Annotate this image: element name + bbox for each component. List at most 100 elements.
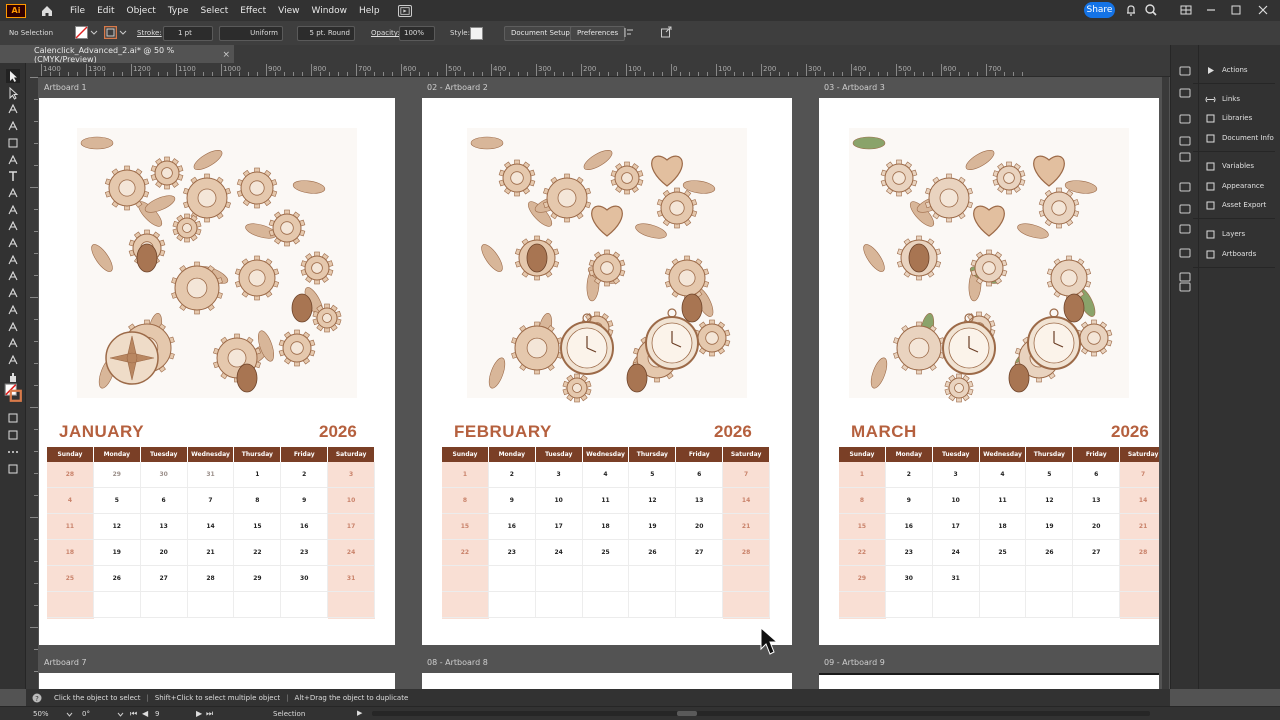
day-cell[interactable]: 2 (886, 462, 933, 487)
panel-variables[interactable]: Variables (1205, 159, 1254, 173)
bell-icon[interactable] (1124, 3, 1138, 17)
close-tab-icon[interactable]: × (222, 50, 230, 60)
first-artboard-icon[interactable]: ⏮ (130, 709, 137, 719)
day-cell[interactable]: 18 (47, 540, 94, 565)
day-cell[interactable] (1026, 566, 1074, 591)
calendar-grid[interactable]: Sunday Monday Tuesday Wednesday Thursday Frid… (47, 447, 376, 619)
day-cell[interactable] (583, 566, 630, 591)
day-cell[interactable]: 2 (489, 462, 536, 487)
day-cell[interactable] (47, 592, 94, 617)
day-cell[interactable] (886, 592, 933, 617)
day-cell[interactable]: 12 (629, 488, 677, 513)
rotation-value[interactable]: 0° (82, 710, 90, 718)
artboard-8[interactable] (422, 673, 792, 689)
search-icon[interactable] (1144, 3, 1158, 17)
direct-selection-tool-icon[interactable] (6, 86, 20, 100)
day-cell[interactable] (723, 566, 771, 591)
day-cell[interactable]: 18 (980, 514, 1027, 539)
day-cell[interactable]: 19 (94, 540, 141, 565)
day-cell[interactable]: 12 (94, 514, 141, 539)
opacity-input[interactable]: 100% (399, 25, 435, 41)
next-artboard-icon[interactable]: ▶ (196, 709, 202, 718)
preferences-button[interactable]: Preferences (570, 25, 626, 41)
day-cell[interactable] (1073, 592, 1121, 617)
day-cell[interactable]: 26 (1026, 540, 1074, 565)
color-panel-icon[interactable] (1178, 247, 1192, 259)
panel-artboards[interactable]: Artboards (1205, 247, 1256, 261)
blend-tool-icon[interactable] (6, 303, 20, 317)
day-cell[interactable]: 28 (1120, 540, 1159, 565)
menu-effect[interactable]: Effect (240, 6, 266, 16)
selection-tool-icon[interactable] (6, 69, 20, 83)
zoom-level[interactable]: 50% (33, 710, 49, 718)
menu-window[interactable]: Window (312, 6, 348, 16)
calendar-grid[interactable]: Sunday Monday Tuesday Wednesday Thursday Frid… (839, 447, 1159, 619)
day-cell[interactable] (442, 592, 489, 617)
day-cell[interactable] (839, 592, 886, 617)
month-title[interactable]: JANUARY (59, 422, 144, 442)
artboard-number[interactable]: 9 (155, 710, 159, 718)
day-cell[interactable]: 31 (933, 566, 980, 591)
month-title[interactable]: MARCH (851, 422, 917, 442)
menu-object[interactable]: Object (127, 6, 156, 16)
day-cell[interactable]: 7 (1120, 462, 1159, 487)
brush-definition-select[interactable]: 5 pt. Round (297, 25, 355, 41)
day-cell[interactable]: 17 (933, 514, 980, 539)
day-cell[interactable]: 20 (141, 540, 188, 565)
screen-mode-icon[interactable] (6, 428, 20, 442)
canvas[interactable]: Artboard 1 JANUARY 2026 Sunday Monday Tuesday… (38, 77, 1170, 689)
day-cell[interactable]: 22 (442, 540, 489, 565)
day-cell[interactable]: 12 (1026, 488, 1074, 513)
day-cell[interactable]: 28 (47, 462, 94, 487)
ruler-origin[interactable] (26, 63, 38, 77)
panel-asset-export[interactable]: Asset Export (1205, 198, 1266, 212)
menu-view[interactable]: View (278, 6, 299, 16)
day-cell[interactable]: 31 (328, 566, 376, 591)
year-title[interactable]: 2026 (714, 422, 752, 442)
symbols-panel-icon[interactable] (1178, 181, 1192, 193)
day-cell[interactable]: 6 (676, 462, 724, 487)
day-cell[interactable]: 7 (723, 462, 771, 487)
artboard-label[interactable]: Artboard 1 (44, 83, 87, 92)
artboard-3[interactable]: MARCH 2026 Sunday Monday Tuesday Wednesday Thu… (819, 98, 1159, 645)
panel-actions[interactable]: Actions (1205, 63, 1248, 77)
previous-artboard-icon[interactable]: ◀ (142, 709, 148, 718)
eraser-tool-icon[interactable] (6, 203, 20, 217)
menu-help[interactable]: Help (359, 6, 380, 16)
menu-type[interactable]: Type (168, 6, 189, 16)
last-artboard-icon[interactable]: ⏭ (206, 709, 213, 719)
day-cell[interactable]: 29 (839, 566, 886, 591)
day-cell[interactable]: 15 (839, 514, 886, 539)
artboard-7[interactable] (39, 673, 395, 689)
day-cell[interactable]: 29 (234, 566, 282, 591)
paintbrush-tool-icon[interactable] (6, 153, 20, 167)
artboard-label[interactable]: Artboard 7 (44, 658, 87, 667)
day-cell[interactable] (980, 592, 1027, 617)
menu-file[interactable]: File (70, 6, 85, 16)
comments-panel-icon[interactable] (1178, 281, 1192, 293)
day-cell[interactable]: 26 (629, 540, 677, 565)
day-cell[interactable]: 5 (1026, 462, 1074, 487)
day-cell[interactable]: 27 (1073, 540, 1121, 565)
day-cell[interactable] (141, 592, 188, 617)
day-cell[interactable]: 27 (676, 540, 724, 565)
puppet-warp-icon[interactable] (6, 462, 20, 476)
artboard-tool-icon[interactable] (6, 336, 20, 350)
pen-tool-icon[interactable] (6, 102, 20, 116)
day-cell[interactable]: 28 (188, 566, 235, 591)
graphic-style-swatch[interactable] (470, 26, 483, 40)
day-cell[interactable] (328, 592, 376, 617)
day-cell[interactable]: 17 (536, 514, 583, 539)
day-cell[interactable] (489, 566, 536, 591)
day-cell[interactable]: 23 (886, 540, 933, 565)
day-cell[interactable] (536, 592, 583, 617)
day-cell[interactable]: 8 (839, 488, 886, 513)
day-cell[interactable]: 30 (281, 566, 329, 591)
opacity-label[interactable]: Opacity: (371, 21, 400, 45)
rotation-dropdown-icon[interactable] (117, 712, 124, 717)
day-cell[interactable]: 25 (980, 540, 1027, 565)
rotate-tool-icon[interactable] (6, 186, 20, 200)
day-cell[interactable]: 10 (536, 488, 583, 513)
artboard-9[interactable] (819, 673, 1159, 689)
restore-icon[interactable] (1229, 3, 1243, 17)
